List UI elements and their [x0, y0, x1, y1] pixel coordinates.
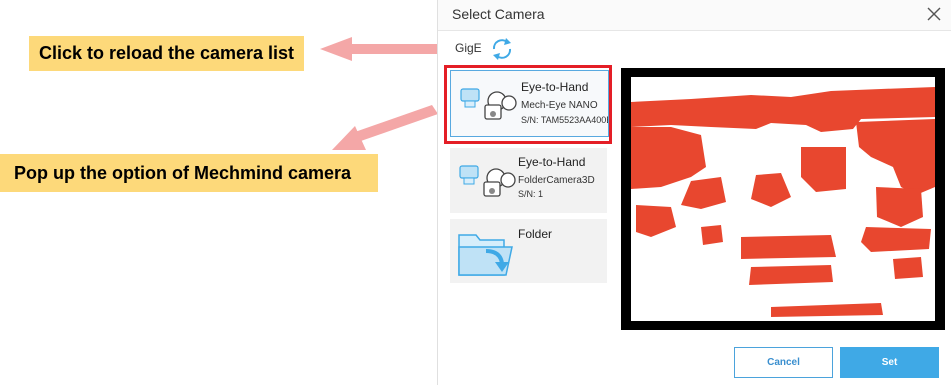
camera-title: Eye-to-Hand [521, 80, 589, 94]
camera-title: Folder [518, 227, 553, 241]
dialog-header: Select Camera [438, 0, 951, 31]
camera-model: FolderCamera3D [518, 175, 595, 186]
select-camera-dialog: Select Camera GigE Eye-to-Hand Mech-Eye … [437, 0, 951, 385]
camera-model: Mech-Eye NANO [521, 100, 598, 111]
camera-serial: S/N: 1 [518, 189, 544, 199]
reload-arrow [320, 37, 442, 61]
camera-icon [459, 165, 516, 197]
dialog-title: Select Camera [452, 6, 545, 22]
depth-preview-image [631, 77, 935, 321]
set-button[interactable]: Set [840, 347, 939, 378]
folder-icon [458, 234, 513, 276]
depth-preview [621, 68, 945, 330]
close-icon [927, 7, 941, 21]
gige-label: GigE [455, 41, 482, 55]
camera-item-foldercamera3d[interactable]: Eye-to-Hand FolderCamera3D S/N: 1 [450, 148, 607, 213]
refresh-icon [492, 38, 512, 60]
camera-title: Eye-to-Hand [518, 155, 586, 169]
camera-icon [460, 88, 517, 120]
cancel-button[interactable]: Cancel [734, 347, 833, 378]
camera-item-folder[interactable]: Folder [450, 219, 607, 283]
camera-item-mech-eye-nano[interactable]: Eye-to-Hand Mech-Eye NANO S/N: TAM5523AA… [450, 70, 609, 137]
popup-arrow [332, 105, 438, 150]
reload-button[interactable] [489, 36, 515, 62]
close-button[interactable] [924, 4, 944, 24]
camera-serial: S/N: TAM5523AA400E00 [521, 115, 608, 125]
depth-map [631, 87, 935, 317]
